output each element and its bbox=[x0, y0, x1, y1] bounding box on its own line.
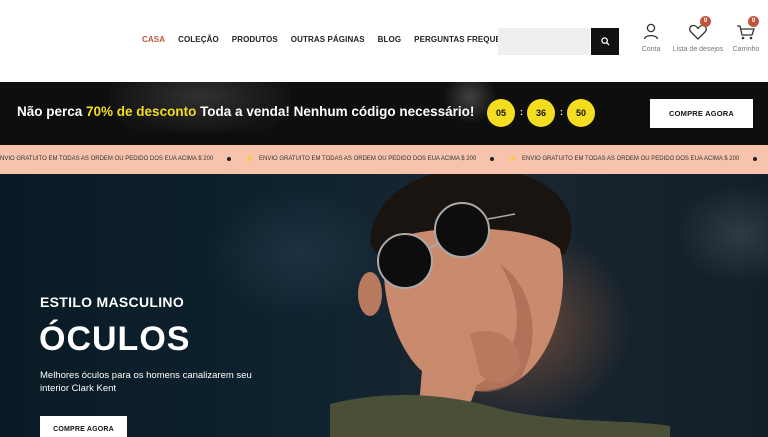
nav-item-colecao[interactable]: COLEÇÃO bbox=[178, 35, 219, 44]
bolt-icon: ⚡ bbox=[508, 156, 517, 163]
hero-subtitle: ESTILO MASCULINO bbox=[40, 294, 185, 310]
nav-item-produtos[interactable]: PRODUTOS bbox=[232, 35, 278, 44]
marquee-item: ⚡ ENVIO GRATUITO EM TODAS AS ORDEM OU PED… bbox=[508, 155, 739, 163]
countdown-separator: : bbox=[520, 107, 523, 117]
search-button[interactable] bbox=[591, 28, 619, 55]
marquee-separator-dot bbox=[227, 157, 232, 161]
promo-highlight: 70% de desconto bbox=[86, 104, 197, 119]
hero-banner: ESTILO MASCULINO ÓCULOS Melhores óculos … bbox=[0, 174, 768, 437]
promo-message: Não perca 70% de desconto Toda a venda! … bbox=[17, 104, 474, 119]
wishlist-link[interactable]: 0 Lista de desejos bbox=[669, 16, 727, 55]
marquee-text: ENVIO GRATUITO EM TODAS AS ORDEM OU PEDI… bbox=[522, 156, 740, 162]
marquee-text: ENVIO GRATUITO EM TODAS AS ORDEM OU PEDI… bbox=[0, 156, 214, 162]
nav-item-casa[interactable]: CASA bbox=[142, 35, 165, 44]
main-nav: CASA COLEÇÃO PRODUTOS OUTRAS PÁGINAS BLO… bbox=[142, 35, 523, 44]
hero-description: Melhores óculos para os homens canalizar… bbox=[40, 370, 252, 394]
nav-item-outras-paginas[interactable]: OUTRAS PÁGINAS bbox=[291, 35, 365, 44]
countdown-minutes: 36 bbox=[527, 99, 555, 127]
hero-model-image bbox=[330, 174, 670, 437]
hero-title: ÓCULOS bbox=[39, 320, 191, 358]
bolt-icon: ⚡ bbox=[245, 156, 254, 163]
shipping-marquee: ENVIO GRATUITO EM TODAS AS ORDEM OU PEDI… bbox=[0, 145, 768, 174]
cart-icon: 0 bbox=[734, 16, 759, 42]
search-icon bbox=[600, 37, 610, 46]
search-input[interactable] bbox=[498, 28, 590, 55]
promo-text-before: Não perca bbox=[17, 104, 87, 119]
cart-count-badge: 0 bbox=[748, 16, 759, 27]
wishlist-label: Lista de desejos bbox=[672, 46, 724, 53]
marquee-item: ENVIO GRATUITO EM TODAS AS ORDEM OU PEDI… bbox=[0, 156, 213, 162]
countdown-separator: : bbox=[560, 107, 563, 117]
marquee-separator-dot bbox=[490, 157, 495, 161]
hero-shop-now-button[interactable]: COMPRE AGORA bbox=[40, 416, 127, 437]
countdown-seconds: 50 bbox=[567, 99, 595, 127]
promo-text-after: Toda a venda! Nenhum código necessário! bbox=[196, 104, 475, 119]
marquee-separator-dot bbox=[753, 157, 758, 161]
nav-item-blog[interactable]: BLOG bbox=[378, 35, 402, 44]
marquee-item: ⚡ ENVIO GRATUITO EM TODAS AS ORDEM OU PED… bbox=[245, 155, 476, 163]
cart-label: Carrinho bbox=[732, 46, 760, 53]
wishlist-count-badge: 0 bbox=[700, 16, 711, 27]
site-header: CASA COLEÇÃO PRODUTOS OUTRAS PÁGINAS BLO… bbox=[0, 0, 768, 82]
heart-icon: 0 bbox=[686, 16, 711, 42]
cart-link[interactable]: 0 Carrinho bbox=[721, 16, 768, 55]
marquee-text: ENVIO GRATUITO EM TODAS AS ORDEM OU PEDI… bbox=[259, 156, 477, 162]
countdown-hours: 05 bbox=[487, 99, 515, 127]
promo-shop-now-button[interactable]: COMPRE AGORA bbox=[650, 99, 753, 128]
user-icon bbox=[639, 22, 663, 42]
